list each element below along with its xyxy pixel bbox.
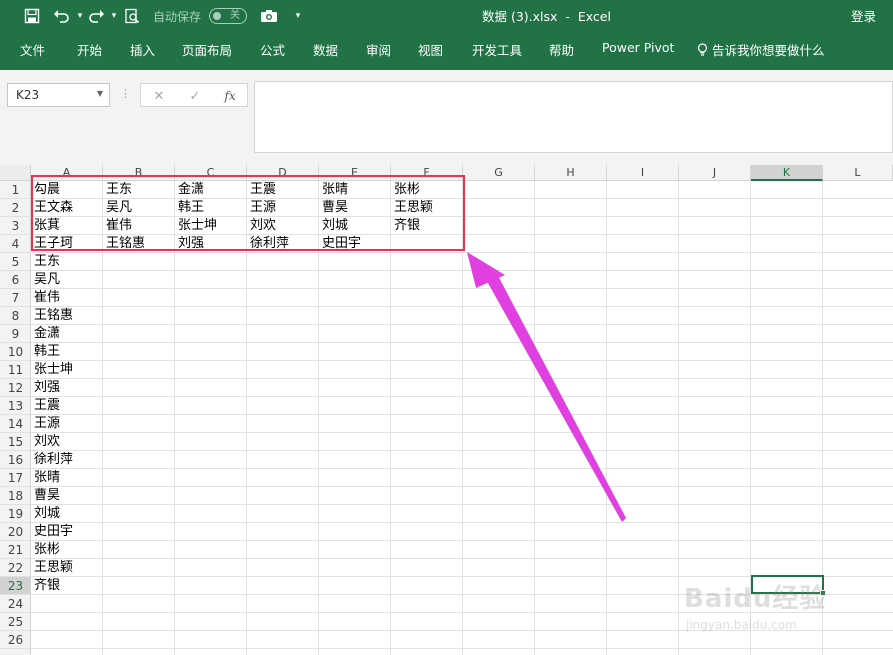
annotation-arrow: [467, 252, 626, 522]
watermark-main: Baidu经验: [684, 584, 827, 614]
baidu-watermark: Baidu经验 jingyan.baidu.com: [680, 578, 850, 643]
watermark-sub: jingyan.baidu.com: [686, 618, 797, 632]
